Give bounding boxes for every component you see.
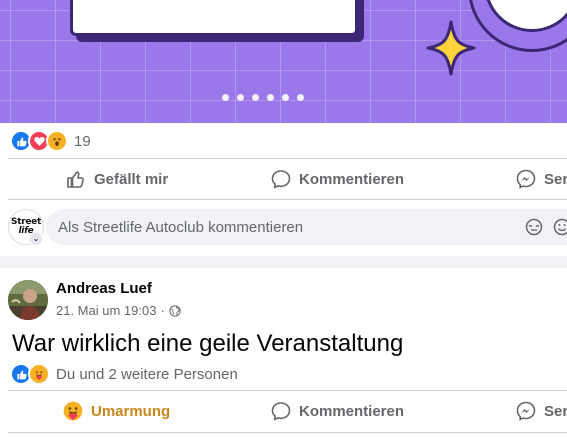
carousel-dot[interactable] <box>267 94 274 101</box>
avatar-photo <box>8 280 48 320</box>
carousel-dot[interactable] <box>297 94 304 101</box>
send-button-label: Senden <box>544 170 567 188</box>
care-icon <box>28 363 50 385</box>
post-action-bar: Gefällt mir Kommentieren Senden <box>0 160 567 198</box>
feed-viewport: 19 Gefällt mir Kommentieren Sen Street l… <box>0 0 567 448</box>
like-button[interactable]: Gefällt mir <box>66 160 168 198</box>
send-button[interactable]: Senden <box>516 392 567 430</box>
avatar[interactable] <box>8 280 48 320</box>
send-button[interactable]: Senden <box>516 160 567 198</box>
post-author-name[interactable]: Andreas Luef <box>56 280 152 297</box>
comment-composer: Street life ⌄ <box>0 209 567 247</box>
divider <box>8 432 567 433</box>
post-meta: 21. Mai um 19:03 · <box>56 303 181 318</box>
globe-icon[interactable] <box>169 304 181 317</box>
post-timestamp[interactable]: 21. Mai um 19:03 <box>56 303 156 318</box>
reaction-button-label: Umarmung <box>91 402 171 420</box>
sparkle-star-icon <box>426 20 476 76</box>
care-emoji-icon <box>63 401 83 421</box>
carousel-dot[interactable] <box>252 94 259 101</box>
divider <box>8 158 567 159</box>
post-card-andreas-luef: Andreas Luef 21. Mai um 19:03 · War wirk… <box>0 268 567 448</box>
reaction-summary[interactable]: 19 <box>10 130 91 152</box>
wow-icon <box>46 130 68 152</box>
speech-bubble-icon <box>271 402 291 421</box>
divider <box>8 390 567 391</box>
reaction-button[interactable]: Umarmung <box>63 392 170 430</box>
carousel-dot[interactable] <box>222 94 229 101</box>
post-card-streetlife: 19 Gefällt mir Kommentieren Sen Street l… <box>0 0 567 256</box>
messenger-icon <box>516 169 536 189</box>
comment-button-label: Kommentieren <box>299 170 405 188</box>
meta-separator: · <box>160 303 165 318</box>
post-action-bar: Umarmung Kommentieren Senden <box>0 392 567 430</box>
comment-button-label: Kommentieren <box>299 402 405 420</box>
speech-bubble-icon <box>271 170 291 189</box>
carousel-dots <box>222 94 304 101</box>
reaction-summary[interactable]: Du und 2 weitere Personen <box>10 363 238 385</box>
divider <box>8 199 567 200</box>
comment-button[interactable]: Kommentieren <box>271 160 404 198</box>
messenger-icon <box>516 401 536 421</box>
like-button-label: Gefällt mir <box>94 170 169 188</box>
reactors-text[interactable]: Du und 2 weitere Personen <box>56 366 238 383</box>
carousel-dot[interactable] <box>237 94 244 101</box>
banner-white-card-shape <box>70 0 358 36</box>
reaction-count[interactable]: 19 <box>74 133 91 150</box>
post-image-carousel[interactable] <box>0 0 567 123</box>
post-body-text: War wirklich eine geile Veranstaltung <box>12 330 404 357</box>
chevron-down-icon[interactable]: ⌄ <box>29 232 43 246</box>
comment-button[interactable]: Kommentieren <box>271 392 404 430</box>
thumbs-up-icon <box>67 171 84 188</box>
carousel-dot[interactable] <box>282 94 289 101</box>
comment-input[interactable] <box>46 209 567 245</box>
send-button-label: Senden <box>544 402 567 420</box>
avatar-sticker-icon[interactable] <box>525 218 543 236</box>
emoji-icon[interactable] <box>553 218 567 236</box>
